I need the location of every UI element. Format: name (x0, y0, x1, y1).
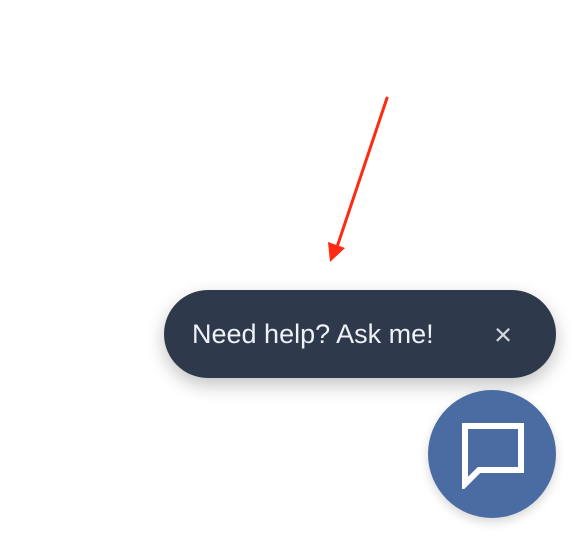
chat-launcher-button[interactable] (428, 390, 556, 518)
chat-bubble-icon (462, 423, 524, 489)
help-message: Need help? Ask me! (192, 318, 434, 349)
chat-widget-screen: Need help? Ask me! × (0, 0, 588, 548)
close-icon[interactable]: × (489, 319, 517, 350)
help-tooltip: Need help? Ask me! × (164, 290, 556, 378)
